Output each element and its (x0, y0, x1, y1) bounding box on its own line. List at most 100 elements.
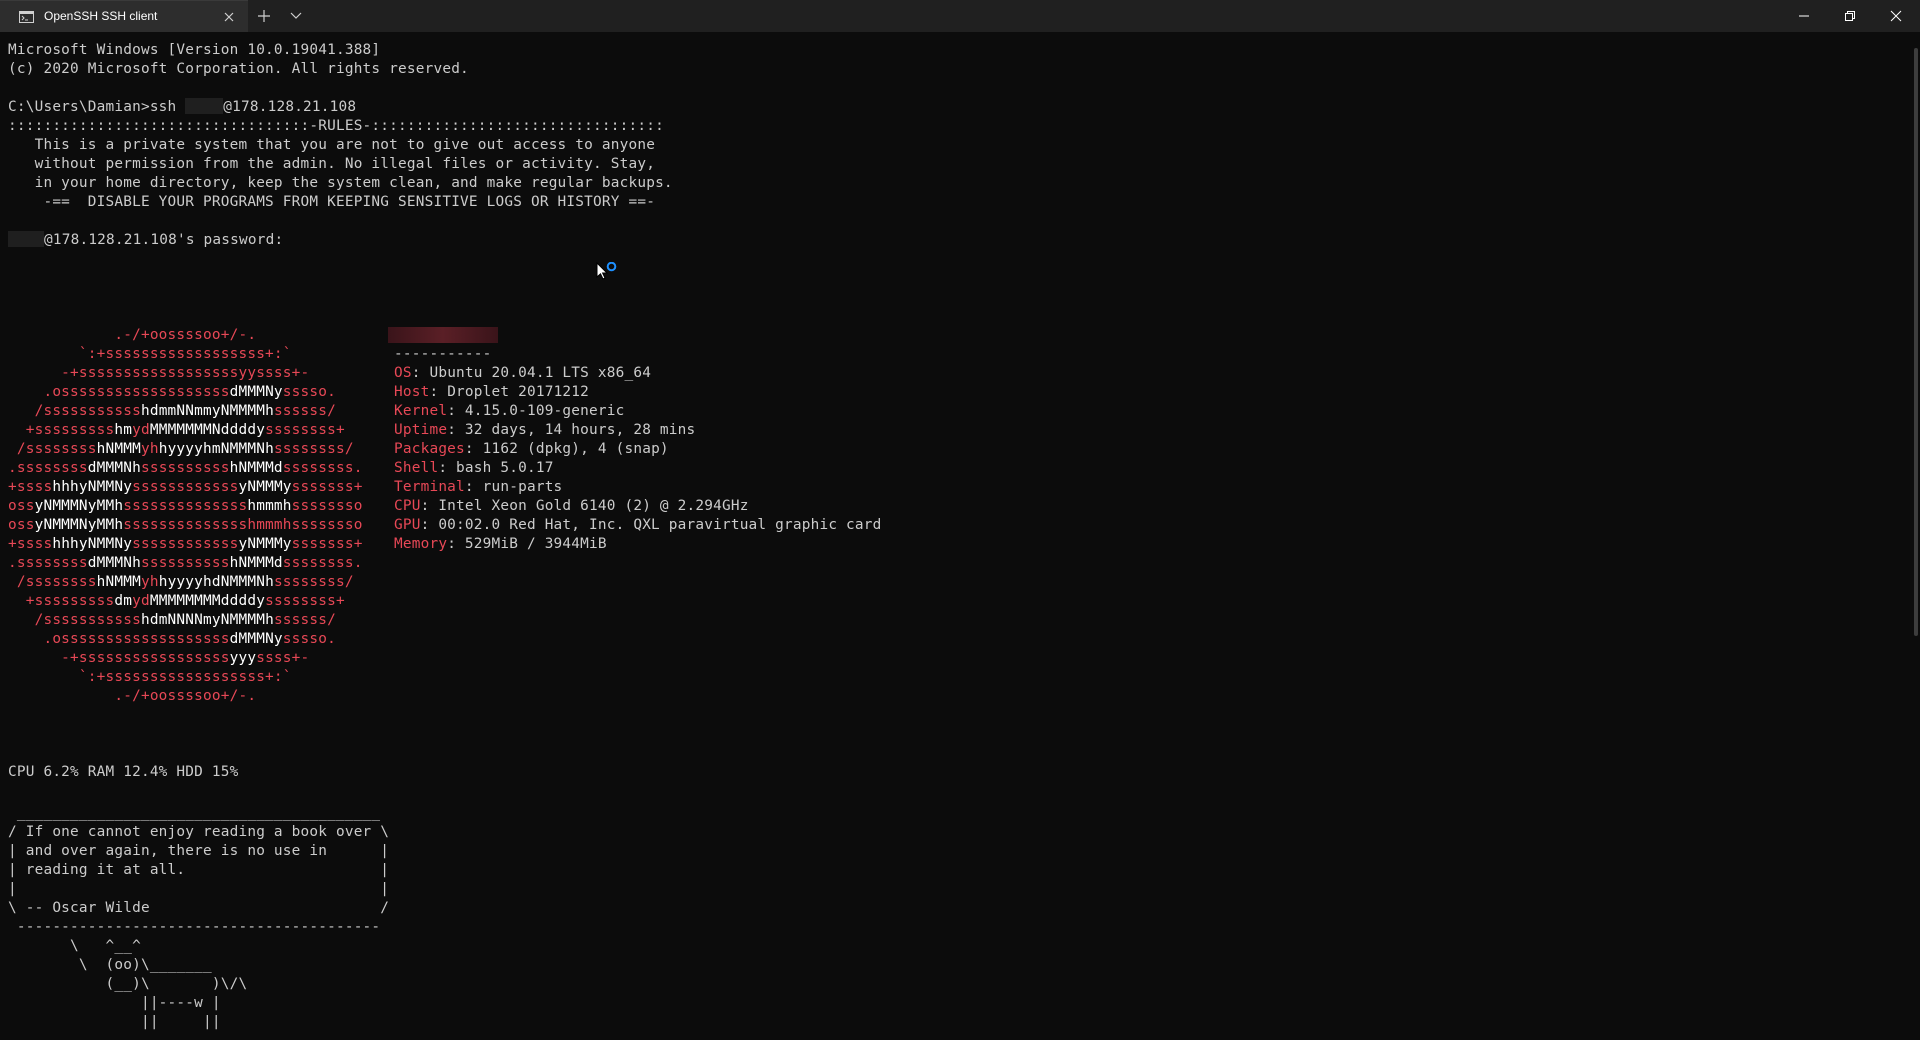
logo-segment: ssssssss. (282, 460, 363, 476)
logo-segment: yNMMMNyMMh (34, 517, 124, 533)
logo-segment: oss (8, 498, 35, 514)
logo-segment: ssssssssss (140, 460, 230, 476)
terminal-output[interactable]: Microsoft Windows [Version 10.0.19041.38… (0, 32, 1912, 1040)
busy-cursor-icon (596, 262, 617, 280)
maximize-button[interactable] (1827, 0, 1873, 32)
cowsay-text: / If one cannot enjoy reading a book ove… (8, 824, 390, 840)
scrollbar[interactable] (1912, 32, 1920, 1040)
logo-segment: yh (140, 441, 159, 457)
logo-segment: yNMMMy (238, 479, 292, 495)
logo-segment: ssssssso (291, 498, 363, 514)
cowsay-text: ----------------------------------------… (8, 919, 381, 935)
ubuntu-logo-line: ossyNMMMNyMMhsssssssssssssshmmmhssssssso (8, 497, 363, 516)
sysinfo-row: Shell: bash 5.0.17 (394, 459, 554, 478)
logo-segment: yd (132, 422, 150, 438)
redacted-hostname (388, 327, 498, 343)
cowsay-text: \ ^__^ (8, 938, 141, 954)
cowsay-line: / If one cannot enjoy reading a book ove… (8, 823, 389, 842)
title-bar: OpenSSH SSH client (0, 0, 1920, 32)
logo-segment: hmmmh (247, 498, 292, 514)
ubuntu-logo-line: /ssssssssssshdmmNNmmyNMMMMhssssss/ (8, 402, 336, 421)
ssh-host: @178.128.21.108 (223, 99, 357, 115)
logo-segment: MMMMMMMMddddy (149, 593, 266, 609)
minimize-button[interactable] (1781, 0, 1827, 32)
plus-icon[interactable] (256, 8, 272, 24)
sysinfo-key: Host (394, 384, 430, 400)
logo-segment: oss (8, 517, 35, 533)
logo-segment: sssso. (282, 384, 336, 400)
sysinfo-row: Kernel: 4.15.0-109-generic (394, 402, 624, 421)
sysinfo-key: CPU (394, 498, 421, 514)
logo-segment: +sssssssss (8, 593, 115, 609)
ubuntu-logo-line: -+ssssssssssssssssssyyssss+- (8, 364, 309, 383)
stats-line: CPU 6.2% RAM 12.4% HDD 15% (8, 763, 238, 782)
logo-segment: `:+ssssssssssssssssss+:` (8, 346, 292, 362)
cowsay-line: || || (8, 1013, 221, 1032)
logo-segment: +ssss (8, 536, 53, 552)
rules-line: ::::::::::::::::::::::::::::::::::-RULES… (8, 117, 664, 136)
ubuntu-logo-line: -+sssssssssssssssssyyyssss+- (8, 649, 309, 668)
logo-segment: hNMMM (96, 574, 141, 590)
sysinfo-value: : run-parts (464, 479, 563, 495)
logo-segment: sssssss+ (291, 536, 363, 552)
sysinfo-row: GPU: 00:02.0 Red Hat, Inc. QXL paravirtu… (394, 516, 882, 535)
ubuntu-logo-line: .osssssssssssssssssssdMMMNysssso. (8, 630, 336, 649)
sysinfo-key: Shell (394, 460, 439, 476)
sysinfo-value: : 4.15.0-109-generic (447, 403, 625, 419)
logo-segment: hm (114, 422, 133, 438)
ubuntu-logo-line: +sssshhhyNMMNyssssssssssssyNMMMysssssss+ (8, 478, 363, 497)
ubuntu-logo-line: /sssssssshNMMMyhhyyyyhmNMMMNhssssssss/ (8, 440, 354, 459)
tab-openssh[interactable]: OpenSSH SSH client (0, 0, 248, 32)
sysinfo-value: : 1162 (dpkg), 4 (snap) (464, 441, 669, 457)
cowsay-line: \ ^__^ (8, 937, 141, 956)
ubuntu-logo-line: /sssssssshNMMMyhhyyyyhdNMMMNhssssssss/ (8, 573, 354, 592)
scrollbar-thumb[interactable] (1914, 48, 1918, 636)
ubuntu-logo-line: `:+ssssssssssssssssss+:` (8, 345, 292, 364)
cowsay-text: ||----w | (8, 995, 221, 1011)
ubuntu-logo-line: .ssssssssdMMMNhsssssssssshNMMMdssssssss. (8, 459, 363, 478)
logo-segment: ssssssss+ (265, 593, 345, 609)
sysinfo-value: : Droplet 20171212 (429, 384, 590, 400)
logo-segment: sssso. (282, 631, 336, 647)
logo-segment: sssssss+ (291, 479, 363, 495)
chevron-down-icon[interactable] (289, 10, 303, 22)
logo-segment: ssssssssssss (132, 479, 239, 495)
header-line: (c) 2020 Microsoft Corporation. All righ… (8, 60, 469, 79)
logo-segment: .ssssssss (8, 555, 88, 571)
cowsay-line: ||----w | (8, 994, 221, 1013)
tab-title: OpenSSH SSH client (44, 9, 158, 23)
stats-text: CPU 6.2% RAM 12.4% HDD 15% (8, 764, 239, 780)
sysinfo-separator: ----------- (394, 345, 492, 364)
logo-segment: hhhyNMMNy (52, 536, 133, 552)
cowsay-text: \ -- Oscar Wilde / (8, 900, 390, 916)
header-line: Microsoft Windows [Version 10.0.19041.38… (8, 41, 380, 60)
sysinfo-row: Packages: 1162 (dpkg), 4 (snap) (394, 440, 669, 459)
sysinfo-value: : Intel Xeon Gold 6140 (2) @ 2.294GHz (420, 498, 749, 514)
logo-segment: MMMMMMMNddddy (149, 422, 266, 438)
logo-segment: dMMMNy (229, 384, 283, 400)
sysinfo-key: Kernel (394, 403, 448, 419)
rules-text: in your home directory, keep the system … (8, 175, 673, 191)
cowsay-text: || || (8, 1014, 221, 1030)
close-icon (1890, 10, 1902, 22)
rules-line: in your home directory, keep the system … (8, 174, 673, 193)
separator-text: ----------- (394, 346, 492, 362)
logo-segment: dMMMNh (87, 555, 141, 571)
rules-text: This is a private system that you are no… (8, 137, 656, 153)
close-window-button[interactable] (1873, 0, 1919, 32)
logo-segment: /sssssssssss (8, 403, 141, 419)
header-text: (c) 2020 Microsoft Corporation. All righ… (8, 61, 469, 77)
sysinfo-key: GPU (394, 517, 421, 533)
sysinfo-row: Uptime: 32 days, 14 hours, 28 mins (394, 421, 695, 440)
cowsay-text: \ (oo)\_______ (8, 957, 212, 973)
logo-segment: .osssssssssssssssssss (8, 631, 230, 647)
ubuntu-logo-line: +ssssssssshmydMMMMMMMNddddyssssssss+ (8, 421, 345, 440)
cowsay-line: | and over again, there is no use in | (8, 842, 389, 861)
cowsay-line: ----------------------------------------… (8, 918, 380, 937)
ubuntu-logo-line: .ssssssssdMMMNhsssssssssshNMMMdssssssss. (8, 554, 363, 573)
maximize-icon (1845, 11, 1855, 21)
logo-segment: dm (114, 593, 133, 609)
logo-segment: sssssssssssssshmmmhssssssso (123, 517, 363, 533)
logo-segment: +ssss (8, 479, 53, 495)
close-icon[interactable] (222, 10, 236, 24)
